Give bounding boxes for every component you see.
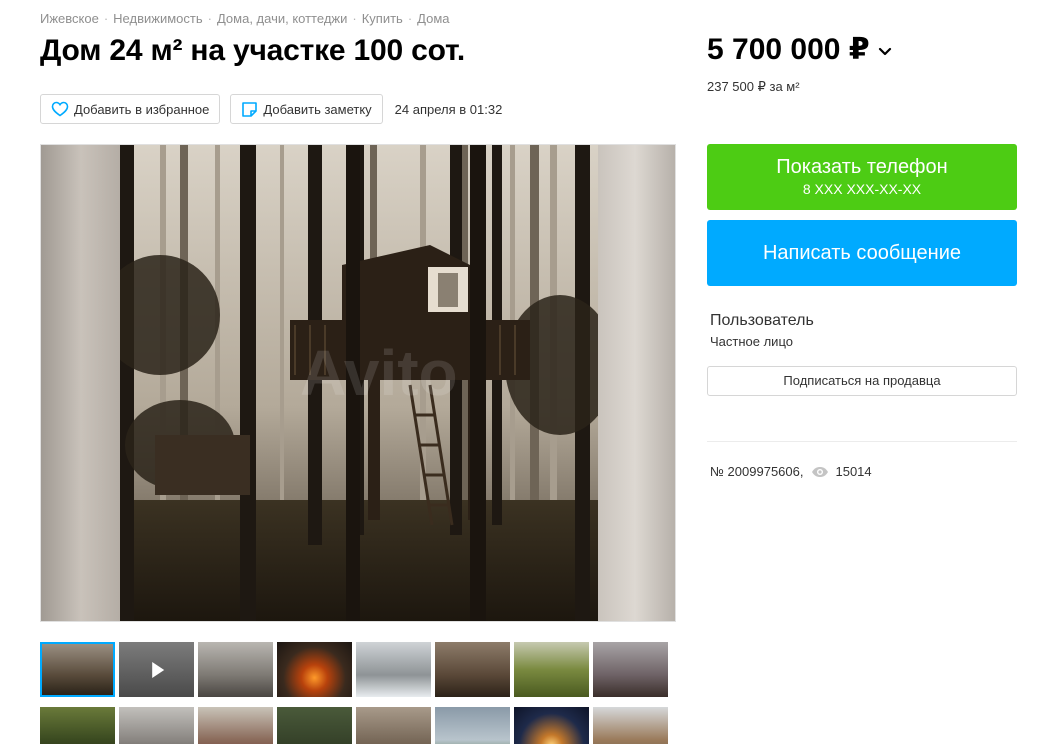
thumbnail-treehouse-stand[interactable] bbox=[356, 707, 431, 744]
add-to-favorites-label: Добавить в избранное bbox=[74, 101, 210, 117]
chevron-down-icon[interactable] bbox=[878, 47, 892, 57]
eye-icon bbox=[812, 466, 829, 477]
thumbnail-forest-path[interactable] bbox=[40, 707, 115, 744]
listing-number: № 2009975606, bbox=[710, 464, 804, 479]
thumbnail-campfire[interactable] bbox=[277, 642, 352, 697]
breadcrumb-item-realty[interactable]: Недвижимость bbox=[113, 11, 202, 26]
thumbnail-treehouse-side[interactable] bbox=[593, 642, 668, 697]
thumbnail-strip bbox=[40, 642, 680, 744]
thumbnail-autumn-clearing[interactable] bbox=[514, 642, 589, 697]
thumbnail-lantern-night[interactable] bbox=[514, 707, 589, 744]
thumbnail-horse[interactable] bbox=[593, 707, 668, 744]
add-note-button[interactable]: Добавить заметку bbox=[230, 94, 383, 124]
note-icon bbox=[242, 101, 258, 117]
thumbnail-row bbox=[40, 642, 680, 697]
thumbnail-foggy-road[interactable] bbox=[198, 642, 273, 697]
seller-name[interactable]: Пользователь bbox=[710, 312, 814, 330]
page-title: Дом 24 м² на участке 100 сот. bbox=[40, 34, 465, 67]
heart-icon bbox=[51, 101, 69, 117]
price: 5 700 000 ₽ bbox=[707, 32, 892, 67]
show-phone-label: Показать телефон bbox=[776, 156, 948, 178]
thumbnail-cabin-fog[interactable] bbox=[198, 707, 273, 744]
listing-meta: № 2009975606, 15014 bbox=[710, 464, 872, 479]
add-to-favorites-button[interactable]: Добавить в избранное bbox=[40, 94, 221, 124]
breadcrumb-separator: · bbox=[207, 11, 212, 26]
thumbnail-video[interactable] bbox=[119, 642, 194, 697]
seller-type: Частное лицо bbox=[710, 334, 793, 349]
main-photo[interactable]: Avito bbox=[120, 145, 598, 622]
view-count: 15014 bbox=[835, 464, 872, 479]
gallery-blur-right bbox=[595, 145, 675, 621]
thumbnail-cloudy-sky[interactable] bbox=[435, 707, 510, 744]
breadcrumb-item-buy[interactable]: Купить bbox=[362, 11, 403, 26]
write-message-button[interactable]: Написать сообщение bbox=[707, 220, 1017, 286]
play-icon bbox=[151, 661, 164, 678]
avito-watermark: Avito bbox=[300, 337, 458, 409]
breadcrumb-item-location[interactable]: Ижевское bbox=[40, 11, 99, 26]
photo-gallery[interactable]: Avito bbox=[40, 144, 676, 622]
thumbnail-pine-forest[interactable] bbox=[435, 642, 510, 697]
divider bbox=[707, 441, 1017, 442]
listing-actions: Добавить в избранное Добавить заметку 24… bbox=[40, 94, 502, 124]
thumbnail-row bbox=[40, 707, 680, 744]
publication-date: 24 апреля в 01:32 bbox=[394, 101, 503, 117]
breadcrumb-separator: · bbox=[103, 11, 109, 26]
add-note-label: Добавить заметку bbox=[263, 101, 372, 117]
thumbnail-dark-forest[interactable] bbox=[277, 707, 352, 744]
subscribe-seller-button[interactable]: Подписаться на продавца bbox=[707, 366, 1017, 396]
breadcrumb-item-houses-category[interactable]: Дома, дачи, коттеджи bbox=[217, 11, 347, 26]
breadcrumb-separator: · bbox=[407, 11, 413, 26]
thumbnail-snowy-trees[interactable] bbox=[356, 642, 431, 697]
show-phone-button[interactable]: Показать телефон 8 XXX XXX-XX-XX bbox=[707, 144, 1017, 210]
gallery-blur-left bbox=[41, 145, 121, 621]
breadcrumb-separator: · bbox=[352, 11, 357, 26]
thumbnail-treehouse-photo[interactable] bbox=[40, 642, 115, 697]
thumbnail-winter-forest[interactable] bbox=[119, 707, 194, 744]
breadcrumb-item-houses[interactable]: Дома bbox=[417, 11, 449, 26]
masked-phone-number: 8 XXX XXX-XX-XX bbox=[802, 181, 922, 197]
price-per-square-meter: 237 500 ₽ за м² bbox=[707, 79, 800, 94]
breadcrumb: Ижевское · Недвижимость · Дома, дачи, коттед… bbox=[40, 11, 450, 26]
price-value: 5 700 000 ₽ bbox=[707, 33, 870, 66]
